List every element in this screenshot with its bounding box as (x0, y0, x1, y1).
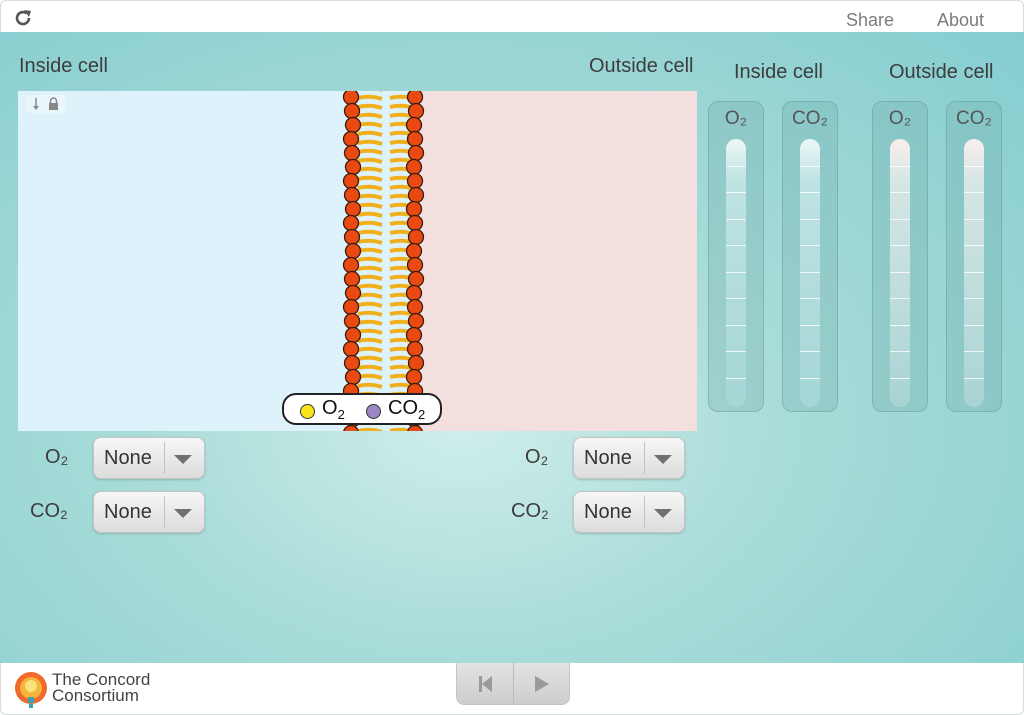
lock-icon[interactable] (26, 95, 66, 113)
reset-button[interactable] (457, 663, 513, 705)
outside-o2-label: O₂ (525, 446, 549, 468)
co2-legend-label: CO2 (388, 397, 426, 422)
outside-cell-heading: Outside cell (589, 55, 694, 77)
concord-logo[interactable]: The Concord Consortium (12, 667, 152, 711)
inside-co2-value: None (104, 501, 152, 523)
outside-co2-label: CO₂ (511, 500, 549, 522)
gauge-inside-o2-label: O₂ (724, 108, 748, 129)
inside-o2-label: O₂ (45, 446, 69, 468)
gauge-outside-o2-label: O₂ (888, 108, 912, 129)
gauge-outside-co2: CO₂ (946, 101, 1002, 412)
gauge-inside-o2: O₂ (708, 101, 764, 412)
gauge-outside-co2-label: CO₂ (956, 108, 992, 129)
o2-legend-label: O2 (322, 397, 345, 422)
share-link[interactable]: Share (846, 10, 894, 31)
outside-co2-value: None (584, 501, 632, 523)
co2-legend-dot (366, 404, 381, 419)
gauge-inside-heading: Inside cell (734, 61, 823, 83)
play-icon (535, 676, 549, 692)
inside-o2-value: None (104, 447, 152, 469)
inside-o2-select[interactable]: None (93, 437, 205, 479)
top-bar: Share About (0, 0, 1024, 32)
membrane-simulation[interactable]: O2 CO2 (18, 91, 697, 431)
molecule-legend: O2 CO2 (282, 393, 442, 425)
play-button[interactable] (514, 663, 570, 705)
gauge-inside-co2: CO₂ (782, 101, 838, 412)
simulation-stage: Inside cell Outside cell Inside cell Out… (0, 32, 1024, 663)
logo-line-2: Consortium (52, 686, 139, 705)
inside-co2-label: CO₂ (30, 500, 68, 522)
o2-legend-dot (300, 404, 315, 419)
skip-back-icon (479, 676, 492, 692)
cell-membrane (342, 91, 425, 431)
outside-region (413, 91, 697, 431)
lightbulb-logo-icon (15, 672, 47, 708)
footer-bar: The Concord Consortium (0, 663, 1024, 715)
gauge-tube (964, 139, 984, 407)
playback-controls (456, 663, 570, 705)
chevron-down-icon (174, 509, 192, 518)
gauge-tube (800, 139, 820, 407)
outside-o2-select[interactable]: None (573, 437, 685, 479)
chevron-down-icon (654, 509, 672, 518)
gauge-inside-co2-label: CO₂ (792, 108, 828, 129)
gauge-outside-heading: Outside cell (889, 61, 994, 83)
inside-cell-heading: Inside cell (19, 55, 108, 77)
chevron-down-icon (174, 455, 192, 464)
reload-icon[interactable] (13, 8, 33, 28)
outside-co2-select[interactable]: None (573, 491, 685, 533)
about-link[interactable]: About (937, 10, 984, 31)
inside-co2-select[interactable]: None (93, 491, 205, 533)
gauge-tube (726, 139, 746, 407)
sim-tools[interactable] (26, 95, 66, 113)
gauge-tube (890, 139, 910, 407)
outside-o2-value: None (584, 447, 632, 469)
chevron-down-icon (654, 455, 672, 464)
gauge-outside-o2: O₂ (872, 101, 928, 412)
